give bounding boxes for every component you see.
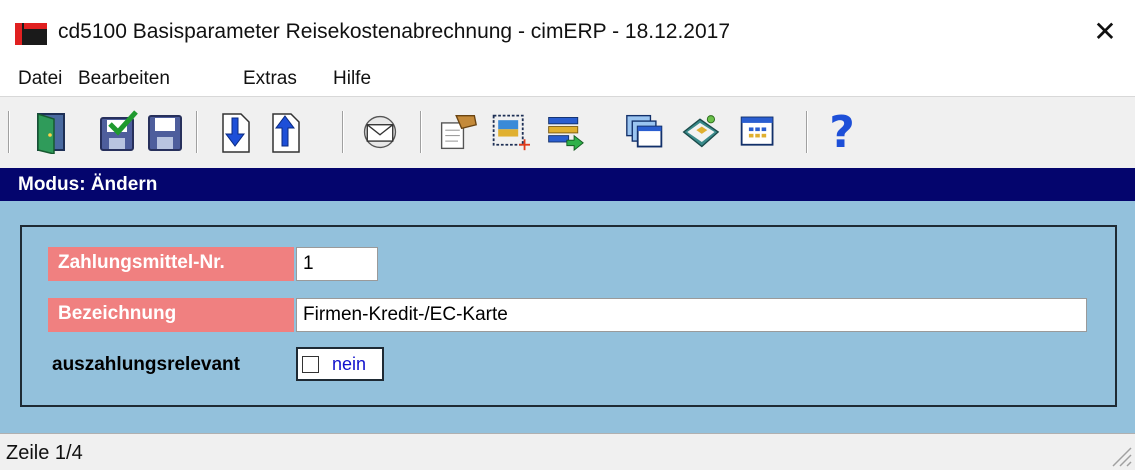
save-check-icon[interactable] [98, 107, 138, 157]
form-area: Zahlungsmittel-Nr. Bezeichnung auszahlun… [0, 201, 1135, 433]
app-logo-icon [15, 23, 47, 45]
title-bar: cd5100 Basisparameter Reisekostenabrechn… [0, 0, 1135, 62]
save-icon[interactable] [145, 107, 185, 157]
zahlungsmittel-label: Zahlungsmittel-Nr. [48, 247, 294, 281]
row-indicator: Zeile 1/4 [6, 442, 83, 464]
toolbar-separator [8, 111, 10, 153]
bezeichnung-input[interactable] [296, 298, 1087, 332]
toolbar-separator [342, 111, 344, 153]
new-record-icon[interactable] [490, 107, 530, 157]
arrow-up-page-icon[interactable] [265, 107, 305, 157]
transfer-list-icon[interactable] [545, 107, 585, 157]
handshake-document-icon[interactable] [438, 107, 478, 157]
table-grid-icon[interactable] [738, 107, 778, 157]
toolbar-separator [196, 111, 198, 153]
envelope-icon[interactable] [360, 107, 400, 157]
menu-bearbeiten[interactable]: Bearbeiten [78, 68, 170, 90]
toolbar-separator [420, 111, 422, 153]
menu-extras[interactable]: Extras [243, 68, 297, 90]
menu-hilfe[interactable]: Hilfe [333, 68, 371, 90]
toolbar: ? [0, 96, 1135, 168]
windows-cascade-icon[interactable] [625, 107, 665, 157]
zahlungsmittel-input[interactable] [296, 247, 378, 281]
auszahlungsrelevant-label: auszahlungsrelevant [52, 354, 240, 375]
window-title: cd5100 Basisparameter Reisekostenabrechn… [58, 20, 730, 43]
mode-bar: Modus: Ändern [0, 168, 1135, 201]
help-icon[interactable]: ? [822, 107, 862, 158]
status-bar: Zeile 1/4 [0, 433, 1135, 470]
resize-grip-icon[interactable] [1107, 442, 1133, 468]
auszahlungsrelevant-field: nein [296, 347, 384, 381]
menu-datei[interactable]: Datei [18, 68, 62, 90]
book-icon[interactable] [680, 107, 720, 157]
auszahlungsrelevant-value: nein [332, 354, 367, 374]
bezeichnung-label: Bezeichnung [48, 298, 294, 332]
auszahlungsrelevant-checkbox[interactable] [302, 356, 319, 373]
arrow-down-page-icon[interactable] [215, 107, 255, 157]
form-panel: Zahlungsmittel-Nr. Bezeichnung auszahlun… [20, 225, 1117, 407]
toolbar-separator [806, 111, 808, 153]
exit-door-icon[interactable] [32, 107, 72, 157]
close-button[interactable]: ✕ [1075, 0, 1135, 62]
menu-bar: Datei Bearbeiten Extras Hilfe [0, 62, 1135, 96]
mode-label: Modus: Ändern [18, 174, 158, 195]
